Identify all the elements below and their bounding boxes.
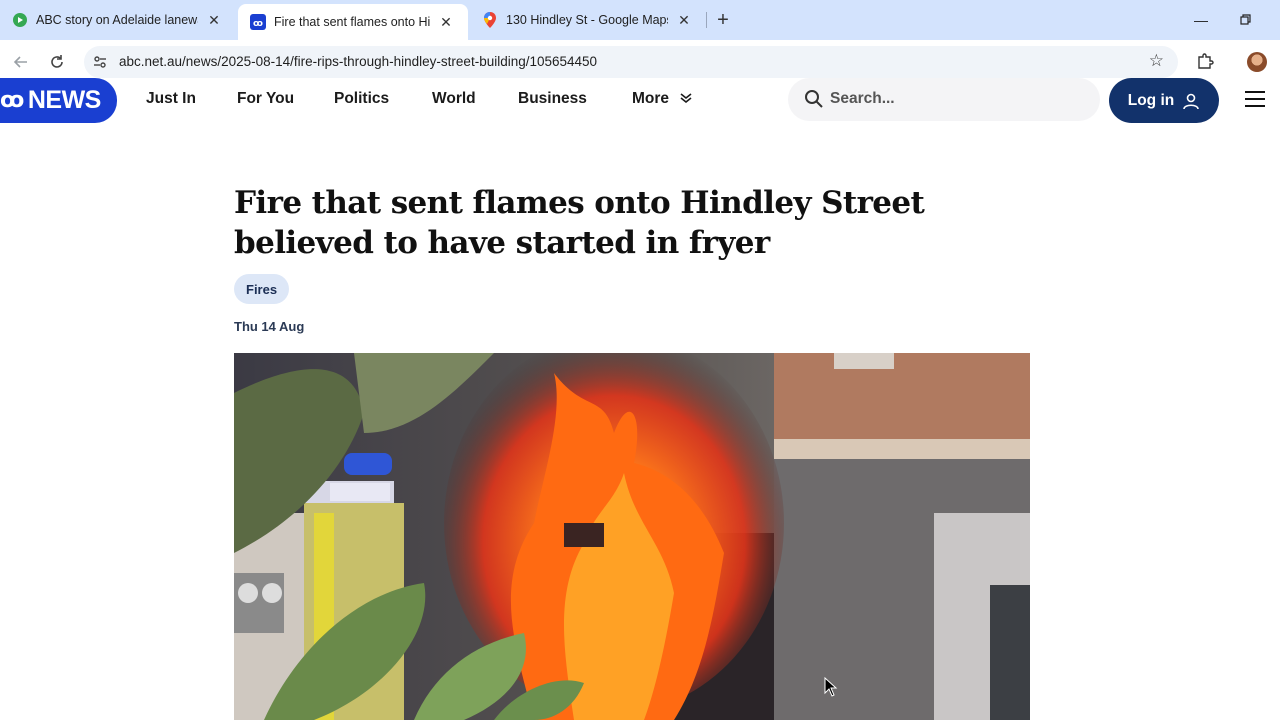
chevron-down-icon (680, 92, 692, 106)
article-date: Thu 14 Aug (234, 319, 305, 334)
nav-world[interactable]: World (432, 90, 476, 108)
tab-google-maps[interactable]: 130 Hindley St - Google Maps ✕ (470, 5, 704, 35)
nav-more[interactable]: More (632, 90, 692, 108)
abc-logo-icon: ꝏ (0, 88, 24, 113)
play-icon (12, 12, 28, 28)
tab-title: ABC story on Adelaide laneway (36, 13, 198, 27)
search-icon (805, 90, 823, 108)
svg-text:ꝏ: ꝏ (253, 19, 263, 29)
nav-just-in[interactable]: Just In (146, 90, 196, 108)
url-text: abc.net.au/news/2025-08-14/fire-rips-thr… (119, 54, 598, 69)
nav-for-you[interactable]: For You (237, 90, 294, 108)
user-icon (1183, 93, 1200, 109)
login-label: Log in (1127, 91, 1175, 109)
hero-image-fire[interactable] (234, 353, 1030, 720)
bookmark-star-icon[interactable]: ☆ (1149, 51, 1164, 71)
maps-pin-icon (482, 12, 498, 28)
site-info-icon[interactable] (90, 52, 110, 72)
tab-fire-article[interactable]: ꝏ Fire that sent flames onto Hindley ✕ (238, 4, 468, 40)
fire-scene-illustration (234, 353, 1030, 720)
site-search[interactable]: Search... (788, 78, 1100, 121)
menu-hamburger-icon[interactable] (1245, 91, 1265, 107)
reload-icon[interactable] (45, 50, 69, 74)
nav-politics[interactable]: Politics (334, 90, 389, 108)
browser-tab-strip: ABC story on Adelaide laneway ✕ ꝏ Fire t… (0, 0, 1280, 40)
abc-news-logo[interactable]: ꝏ NEWS (0, 78, 117, 123)
close-icon[interactable]: ✕ (206, 12, 222, 28)
browser-toolbar: abc.net.au/news/2025-08-14/fire-rips-thr… (0, 40, 1280, 84)
nav-business[interactable]: Business (518, 90, 587, 108)
tab-abc-story[interactable]: ABC story on Adelaide laneway ✕ (0, 5, 236, 35)
extensions-puzzle-icon[interactable] (1194, 50, 1216, 72)
nav-more-label: More (632, 90, 670, 107)
new-tab-button[interactable]: + (712, 10, 734, 32)
minimize-icon[interactable]: — (1189, 8, 1213, 32)
tab-title: 130 Hindley St - Google Maps (506, 13, 668, 27)
login-button[interactable]: Log in (1109, 78, 1219, 123)
address-bar[interactable]: abc.net.au/news/2025-08-14/fire-rips-thr… (84, 46, 1178, 78)
mouse-cursor-icon (824, 677, 838, 697)
restore-icon[interactable] (1234, 8, 1258, 32)
profile-avatar[interactable] (1247, 52, 1267, 72)
close-icon[interactable]: ✕ (438, 14, 454, 30)
close-icon[interactable]: ✕ (676, 12, 692, 28)
abc-icon: ꝏ (250, 14, 266, 30)
topic-tag-fires[interactable]: Fires (234, 274, 290, 304)
search-placeholder: Search... (830, 90, 895, 107)
logo-text: NEWS (27, 86, 102, 114)
tab-separator (706, 12, 707, 28)
article-headline: Fire that sent flames onto Hindley Stree… (234, 185, 925, 261)
tab-title: Fire that sent flames onto Hindley (274, 15, 430, 29)
back-arrow-icon[interactable] (9, 50, 33, 74)
